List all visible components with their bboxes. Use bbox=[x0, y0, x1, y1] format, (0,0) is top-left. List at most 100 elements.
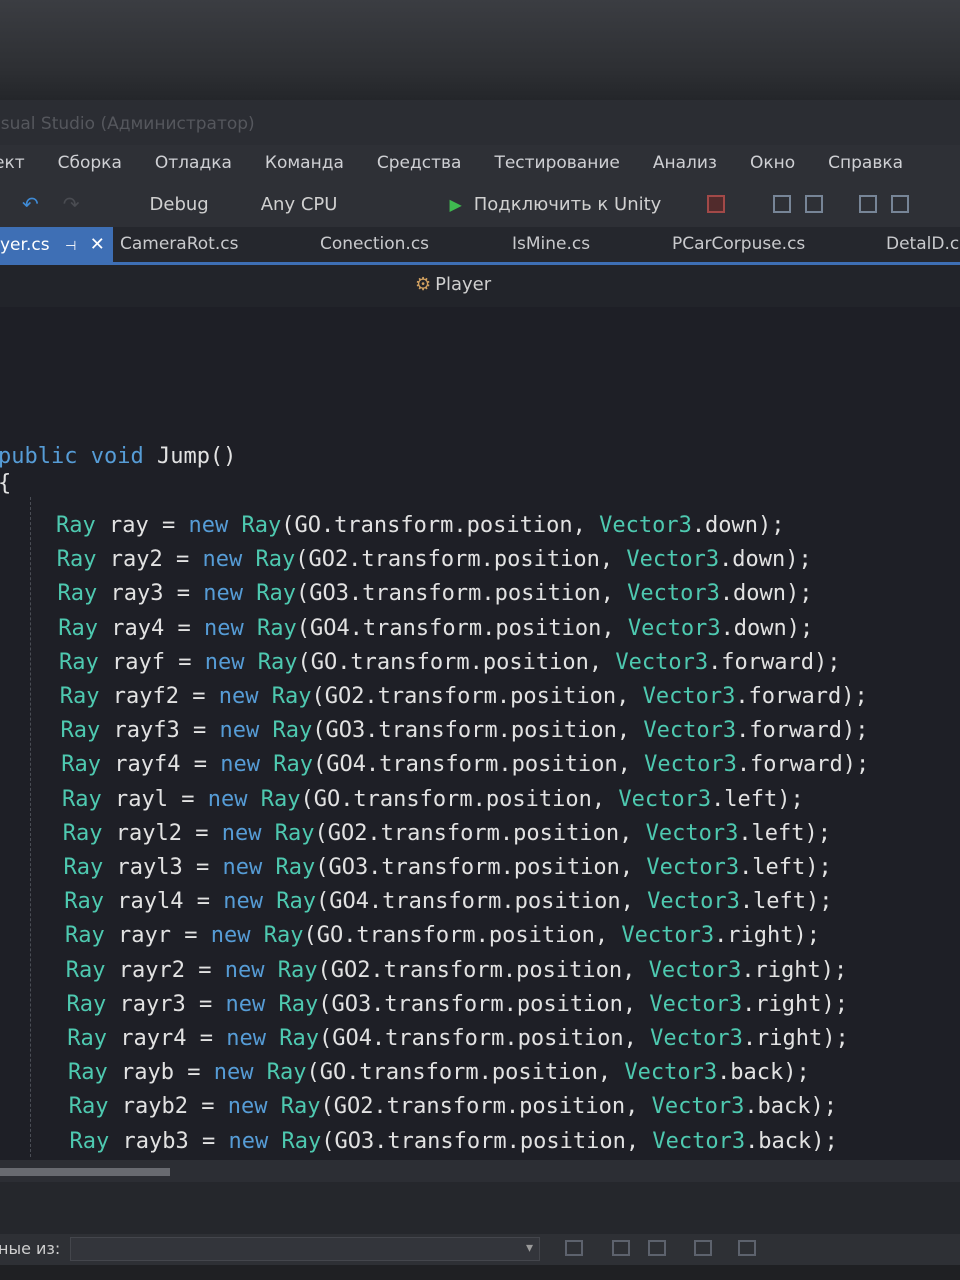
code-token: (GO.transform.position, bbox=[297, 649, 616, 675]
code-token: Ray bbox=[257, 649, 298, 675]
code-token: .forward); bbox=[708, 649, 841, 675]
code-token: (GO2.transform.position, bbox=[317, 957, 649, 983]
code-token: new bbox=[227, 1094, 281, 1120]
solution-configuration-select[interactable]: Debug bbox=[150, 194, 209, 215]
code-token: (GO3.transform.position, bbox=[315, 855, 647, 880]
code-token: new bbox=[221, 820, 275, 846]
undo-icon[interactable]: ↶ bbox=[22, 192, 39, 216]
code-token: Vector3 bbox=[644, 752, 737, 778]
attach-to-unity-button[interactable]: Подключить к Unity bbox=[474, 194, 662, 215]
tab-conection[interactable]: Conection.cs bbox=[320, 227, 429, 262]
play-icon[interactable]: ▶ bbox=[449, 195, 461, 214]
code-token: Ray bbox=[68, 1060, 108, 1086]
tab-pcarcorpuse[interactable]: PCarCorpuse.cs bbox=[672, 227, 805, 262]
output-tool-icon[interactable] bbox=[648, 1240, 666, 1256]
document-tab-bar: yer.cs ⊣ ✕ CameraRot.cs Conection.cs IsM… bbox=[0, 227, 960, 265]
code-token: Ray bbox=[256, 615, 297, 641]
code-token: (GO2.transform.position, bbox=[314, 820, 646, 846]
code-token: new bbox=[218, 684, 272, 709]
code-token: .back); bbox=[744, 1094, 838, 1120]
code-token: Vector3 bbox=[627, 615, 721, 641]
code-token: new bbox=[222, 855, 276, 880]
code-token: new bbox=[225, 991, 279, 1017]
code-line: { bbox=[0, 470, 11, 498]
code-token: { bbox=[0, 471, 11, 496]
toolbar-tool-icon[interactable] bbox=[707, 195, 726, 213]
code-token: .left); bbox=[738, 820, 832, 846]
close-icon[interactable]: ✕ bbox=[90, 234, 105, 255]
menu-team[interactable]: Команда bbox=[265, 153, 344, 173]
code-token: Ray bbox=[281, 1128, 322, 1154]
code-token: Vector3 bbox=[615, 649, 709, 675]
output-tool-icon[interactable] bbox=[565, 1240, 583, 1256]
menu-debug[interactable]: Отладка bbox=[155, 153, 232, 173]
toolbar-tool-icon[interactable] bbox=[805, 195, 824, 213]
output-source-select[interactable]: ▾ bbox=[70, 1237, 540, 1261]
code-token: rayl2 = bbox=[102, 820, 222, 846]
code-token: new bbox=[188, 513, 242, 538]
code-token: Ray bbox=[274, 820, 315, 846]
scrollbar-thumb[interactable] bbox=[0, 1168, 170, 1176]
toolbar: ↶ ↷ Debug Any CPU ▶ Подключить к Unity bbox=[0, 181, 960, 227]
code-token: rayf4 = bbox=[101, 752, 221, 778]
menu-window[interactable]: Окно bbox=[750, 153, 795, 173]
menu-help[interactable]: Справка bbox=[828, 153, 903, 173]
output-tool-icon[interactable] bbox=[612, 1240, 630, 1256]
horizontal-scrollbar[interactable] bbox=[0, 1160, 960, 1182]
code-token: .right); bbox=[742, 991, 849, 1017]
code-token: .left); bbox=[739, 889, 833, 915]
code-token: Ray bbox=[62, 820, 103, 846]
toolbar-tool-icon[interactable] bbox=[773, 195, 792, 213]
code-token: Ray bbox=[67, 1026, 107, 1051]
tab-ismine[interactable]: IsMine.cs bbox=[512, 227, 590, 262]
code-token: rayr4 = bbox=[107, 1026, 227, 1051]
code-line: public void Jump() bbox=[0, 443, 236, 471]
code-token: Ray bbox=[276, 889, 316, 915]
code-token: Vector3 bbox=[627, 581, 720, 607]
code-line: Ray rayl2 = new Ray(GO2.transform.positi… bbox=[63, 820, 831, 848]
code-token: Vector3 bbox=[643, 718, 737, 744]
output-tool-icon[interactable] bbox=[694, 1240, 712, 1256]
toolbar-tool-icon[interactable] bbox=[859, 195, 878, 213]
solution-platform-select[interactable]: Any CPU bbox=[261, 194, 338, 215]
menu-project[interactable]: ект bbox=[0, 153, 25, 173]
code-token: Ray bbox=[260, 786, 301, 812]
code-token: new bbox=[213, 1060, 267, 1086]
code-editor[interactable]: public void Jump(){Ray ray = new Ray(GO.… bbox=[0, 307, 960, 1160]
code-token: new bbox=[203, 581, 257, 607]
code-token: Vector3 bbox=[645, 820, 739, 846]
code-line: Ray rayr4 = new Ray(GO4.transform.positi… bbox=[67, 1025, 849, 1053]
toolbar-tool-icon[interactable] bbox=[891, 195, 910, 213]
code-token: .left); bbox=[739, 855, 832, 880]
code-line: Ray rayr3 = new Ray(GO3.transform.positi… bbox=[67, 991, 849, 1019]
code-token: new bbox=[223, 889, 277, 915]
code-token: rayl = bbox=[101, 786, 208, 812]
menu-analyze[interactable]: Анализ bbox=[653, 153, 717, 173]
code-line: Ray ray3 = new Ray(GO3.transform.positio… bbox=[58, 580, 813, 608]
tab-camerarot[interactable]: CameraRot.cs bbox=[120, 227, 238, 262]
code-token: Ray bbox=[66, 991, 107, 1017]
menu-build[interactable]: Сборка bbox=[58, 153, 122, 173]
code-token: ray2 = bbox=[96, 547, 203, 573]
code-token: (GO.transform.position, bbox=[300, 786, 619, 812]
output-source-label: ные из: bbox=[0, 1239, 61, 1258]
code-token: Vector3 bbox=[599, 513, 692, 538]
code-token: Ray bbox=[241, 513, 282, 538]
code-token: Ray bbox=[63, 855, 104, 880]
menu-test[interactable]: Тестирование bbox=[494, 153, 619, 173]
output-tool-icon[interactable] bbox=[738, 1240, 756, 1256]
code-token: Ray bbox=[59, 684, 100, 709]
code-line: Ray rayf4 = new Ray(GO4.transform.positi… bbox=[61, 751, 869, 779]
redo-icon[interactable]: ↷ bbox=[63, 192, 80, 216]
class-selector[interactable]: ⚙ Player bbox=[415, 274, 491, 295]
tab-player[interactable]: yer.cs ⊣ ✕ bbox=[0, 227, 113, 262]
code-token: (GO4.transform.position, bbox=[312, 752, 645, 778]
menu-tools[interactable]: Средства bbox=[377, 153, 462, 173]
code-token: (GO4.transform.position, bbox=[315, 889, 648, 915]
code-token: (GO.transform.position, bbox=[306, 1060, 625, 1086]
code-token: (GO4.transform.position, bbox=[296, 615, 628, 641]
code-token: ray4 = bbox=[98, 615, 204, 641]
code-line: Ray rayb2 = new Ray(GO2.transform.positi… bbox=[69, 1093, 837, 1121]
pin-icon[interactable]: ⊣ bbox=[65, 239, 76, 254]
tab-detald[interactable]: DetalD.cs bbox=[886, 227, 960, 262]
